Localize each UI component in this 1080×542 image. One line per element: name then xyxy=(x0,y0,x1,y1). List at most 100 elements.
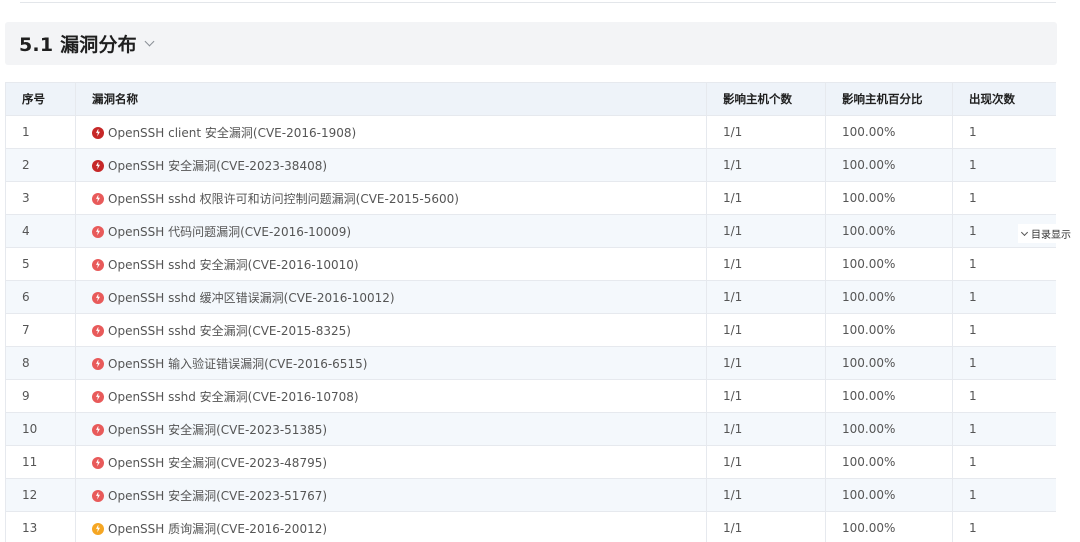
column-header-percent: 影响主机百分比 xyxy=(826,83,953,116)
table-row: 9OpenSSH sshd 安全漏洞(CVE-2016-10708)1/1100… xyxy=(6,380,1057,413)
cell-no: 7 xyxy=(6,314,76,347)
risk-level-icon xyxy=(92,226,104,238)
table-row: 5OpenSSH sshd 安全漏洞(CVE-2016-10010)1/1100… xyxy=(6,248,1057,281)
top-divider xyxy=(20,2,1056,3)
table-row: 1OpenSSH client 安全漏洞(CVE-2016-1908)1/110… xyxy=(6,116,1057,149)
cell-no: 13 xyxy=(6,512,76,542)
cell-name: OpenSSH 安全漏洞(CVE-2023-51767) xyxy=(76,479,707,512)
cell-no: 4 xyxy=(6,215,76,248)
cell-name: OpenSSH sshd 权限许可和访问控制问题漏洞(CVE-2015-5600… xyxy=(76,182,707,215)
cell-percent: 100.00% xyxy=(826,116,953,149)
risk-level-icon xyxy=(92,325,104,337)
cell-hosts: 1/1 xyxy=(707,413,826,446)
cell-name: OpenSSH 安全漏洞(CVE-2023-38408) xyxy=(76,149,707,182)
toc-label: 目录显示 xyxy=(1031,226,1071,241)
cell-count: 1 xyxy=(953,314,1057,347)
risk-level-icon xyxy=(92,193,104,205)
cell-hosts: 1/1 xyxy=(707,479,826,512)
risk-level-icon xyxy=(92,490,104,502)
vulnerability-name-link[interactable]: OpenSSH 安全漏洞(CVE-2023-48795) xyxy=(108,456,327,470)
vulnerability-name-link[interactable]: OpenSSH 质询漏洞(CVE-2016-20012) xyxy=(108,522,327,536)
vulnerability-name-link[interactable]: OpenSSH 输入验证错误漏洞(CVE-2016-6515) xyxy=(108,357,367,371)
risk-level-icon xyxy=(92,160,104,172)
table-row: 4OpenSSH 代码问题漏洞(CVE-2016-10009)1/1100.00… xyxy=(6,215,1057,248)
table-row: 3OpenSSH sshd 权限许可和访问控制问题漏洞(CVE-2015-560… xyxy=(6,182,1057,215)
cell-percent: 100.00% xyxy=(826,248,953,281)
cell-hosts: 1/1 xyxy=(707,149,826,182)
toc-toggle-button[interactable]: 目录显示 xyxy=(1018,224,1075,243)
vulnerability-name-link[interactable]: OpenSSH client 安全漏洞(CVE-2016-1908) xyxy=(108,126,356,140)
risk-level-icon xyxy=(92,127,104,139)
cell-hosts: 1/1 xyxy=(707,512,826,542)
cell-count: 1 xyxy=(953,446,1057,479)
vulnerability-name-link[interactable]: OpenSSH sshd 安全漏洞(CVE-2015-8325) xyxy=(108,324,351,338)
table-header-row: 序号 漏洞名称 影响主机个数 影响主机百分比 出现次数 xyxy=(6,83,1057,116)
cell-count: 1 xyxy=(953,281,1057,314)
cell-no: 8 xyxy=(6,347,76,380)
risk-level-icon xyxy=(92,292,104,304)
vulnerability-name-link[interactable]: OpenSSH sshd 缓冲区错误漏洞(CVE-2016-10012) xyxy=(108,291,395,305)
cell-count: 1 xyxy=(953,248,1057,281)
cell-name: OpenSSH 代码问题漏洞(CVE-2016-10009) xyxy=(76,215,707,248)
column-header-hosts: 影响主机个数 xyxy=(707,83,826,116)
cell-count: 1 xyxy=(953,347,1057,380)
column-header-count: 出现次数 xyxy=(953,83,1057,116)
chevron-down-icon xyxy=(1021,228,1028,235)
cell-percent: 100.00% xyxy=(826,413,953,446)
cell-hosts: 1/1 xyxy=(707,182,826,215)
table-row: 13 OpenSSH 质询漏洞(CVE-2016-20012) 1/1100.00%… xyxy=(6,512,1057,542)
cell-percent: 100.00% xyxy=(826,281,953,314)
vulnerability-name-link[interactable]: OpenSSH sshd 权限许可和访问控制问题漏洞(CVE-2015-5600… xyxy=(108,192,459,206)
cell-name: OpenSSH sshd 缓冲区错误漏洞(CVE-2016-10012) xyxy=(76,281,707,314)
cell-name: OpenSSH sshd 安全漏洞(CVE-2015-8325) xyxy=(76,314,707,347)
table-row: 2OpenSSH 安全漏洞(CVE-2023-38408)1/1100.00%1 xyxy=(6,149,1057,182)
vulnerability-table: 序号 漏洞名称 影响主机个数 影响主机百分比 出现次数 1 OpenSSH cli… xyxy=(5,82,1056,542)
cell-percent: 100.00% xyxy=(826,149,953,182)
cell-name: OpenSSH 质询漏洞(CVE-2016-20012) xyxy=(76,512,707,542)
cell-count: 1 xyxy=(953,512,1057,542)
vulnerability-name-link[interactable]: OpenSSH sshd 安全漏洞(CVE-2016-10010) xyxy=(108,258,359,272)
cell-percent: 100.00% xyxy=(826,347,953,380)
cell-hosts: 1/1 xyxy=(707,215,826,248)
vulnerability-name-link[interactable]: OpenSSH 安全漏洞(CVE-2023-51385) xyxy=(108,423,327,437)
cell-percent: 100.00% xyxy=(826,314,953,347)
cell-hosts: 1/1 xyxy=(707,347,826,380)
cell-name: OpenSSH 输入验证错误漏洞(CVE-2016-6515) xyxy=(76,347,707,380)
cell-count: 1 xyxy=(953,413,1057,446)
cell-no: 12 xyxy=(6,479,76,512)
vulnerability-name-link[interactable]: OpenSSH 代码问题漏洞(CVE-2016-10009) xyxy=(108,225,351,239)
cell-name: OpenSSH sshd 安全漏洞(CVE-2016-10708) xyxy=(76,380,707,413)
risk-level-icon xyxy=(92,391,104,403)
cell-name: OpenSSH client 安全漏洞(CVE-2016-1908) xyxy=(76,116,707,149)
cell-percent: 100.00% xyxy=(826,479,953,512)
cell-no: 1 xyxy=(6,116,76,149)
vulnerability-name-link[interactable]: OpenSSH 安全漏洞(CVE-2023-38408) xyxy=(108,159,327,173)
risk-level-icon xyxy=(92,457,104,469)
table-row: 6OpenSSH sshd 缓冲区错误漏洞(CVE-2016-10012)1/1… xyxy=(6,281,1057,314)
cell-percent: 100.00% xyxy=(826,512,953,542)
cell-count: 1 xyxy=(953,380,1057,413)
cell-percent: 100.00% xyxy=(826,446,953,479)
table-row: 10 OpenSSH 安全漏洞(CVE-2023-51385) 1/1100.00%… xyxy=(6,413,1057,446)
cell-percent: 100.00% xyxy=(826,380,953,413)
cell-count: 1 xyxy=(953,182,1057,215)
table-row: 7OpenSSH sshd 安全漏洞(CVE-2015-8325)1/1100.… xyxy=(6,314,1057,347)
cell-no: 10 xyxy=(6,413,76,446)
cell-percent: 100.00% xyxy=(826,182,953,215)
cell-hosts: 1/1 xyxy=(707,446,826,479)
cell-no: 2 xyxy=(6,149,76,182)
cell-no: 9 xyxy=(6,380,76,413)
vulnerability-name-link[interactable]: OpenSSH 安全漏洞(CVE-2023-51767) xyxy=(108,489,327,503)
section-title: 5.1 漏洞分布 xyxy=(19,30,137,57)
cell-no: 11 xyxy=(6,446,76,479)
cell-hosts: 1/1 xyxy=(707,281,826,314)
chevron-down-icon[interactable] xyxy=(144,37,154,47)
cell-count: 1 xyxy=(953,479,1057,512)
vulnerability-name-link[interactable]: OpenSSH sshd 安全漏洞(CVE-2016-10708) xyxy=(108,390,359,404)
section-header[interactable]: 5.1 漏洞分布 xyxy=(5,22,1057,65)
cell-name: OpenSSH 安全漏洞(CVE-2023-48795) xyxy=(76,446,707,479)
risk-level-icon xyxy=(92,358,104,370)
cell-no: 5 xyxy=(6,248,76,281)
table-row: 12 OpenSSH 安全漏洞(CVE-2023-51767) 1/1100.00%… xyxy=(6,479,1057,512)
cell-count: 1 xyxy=(953,116,1057,149)
